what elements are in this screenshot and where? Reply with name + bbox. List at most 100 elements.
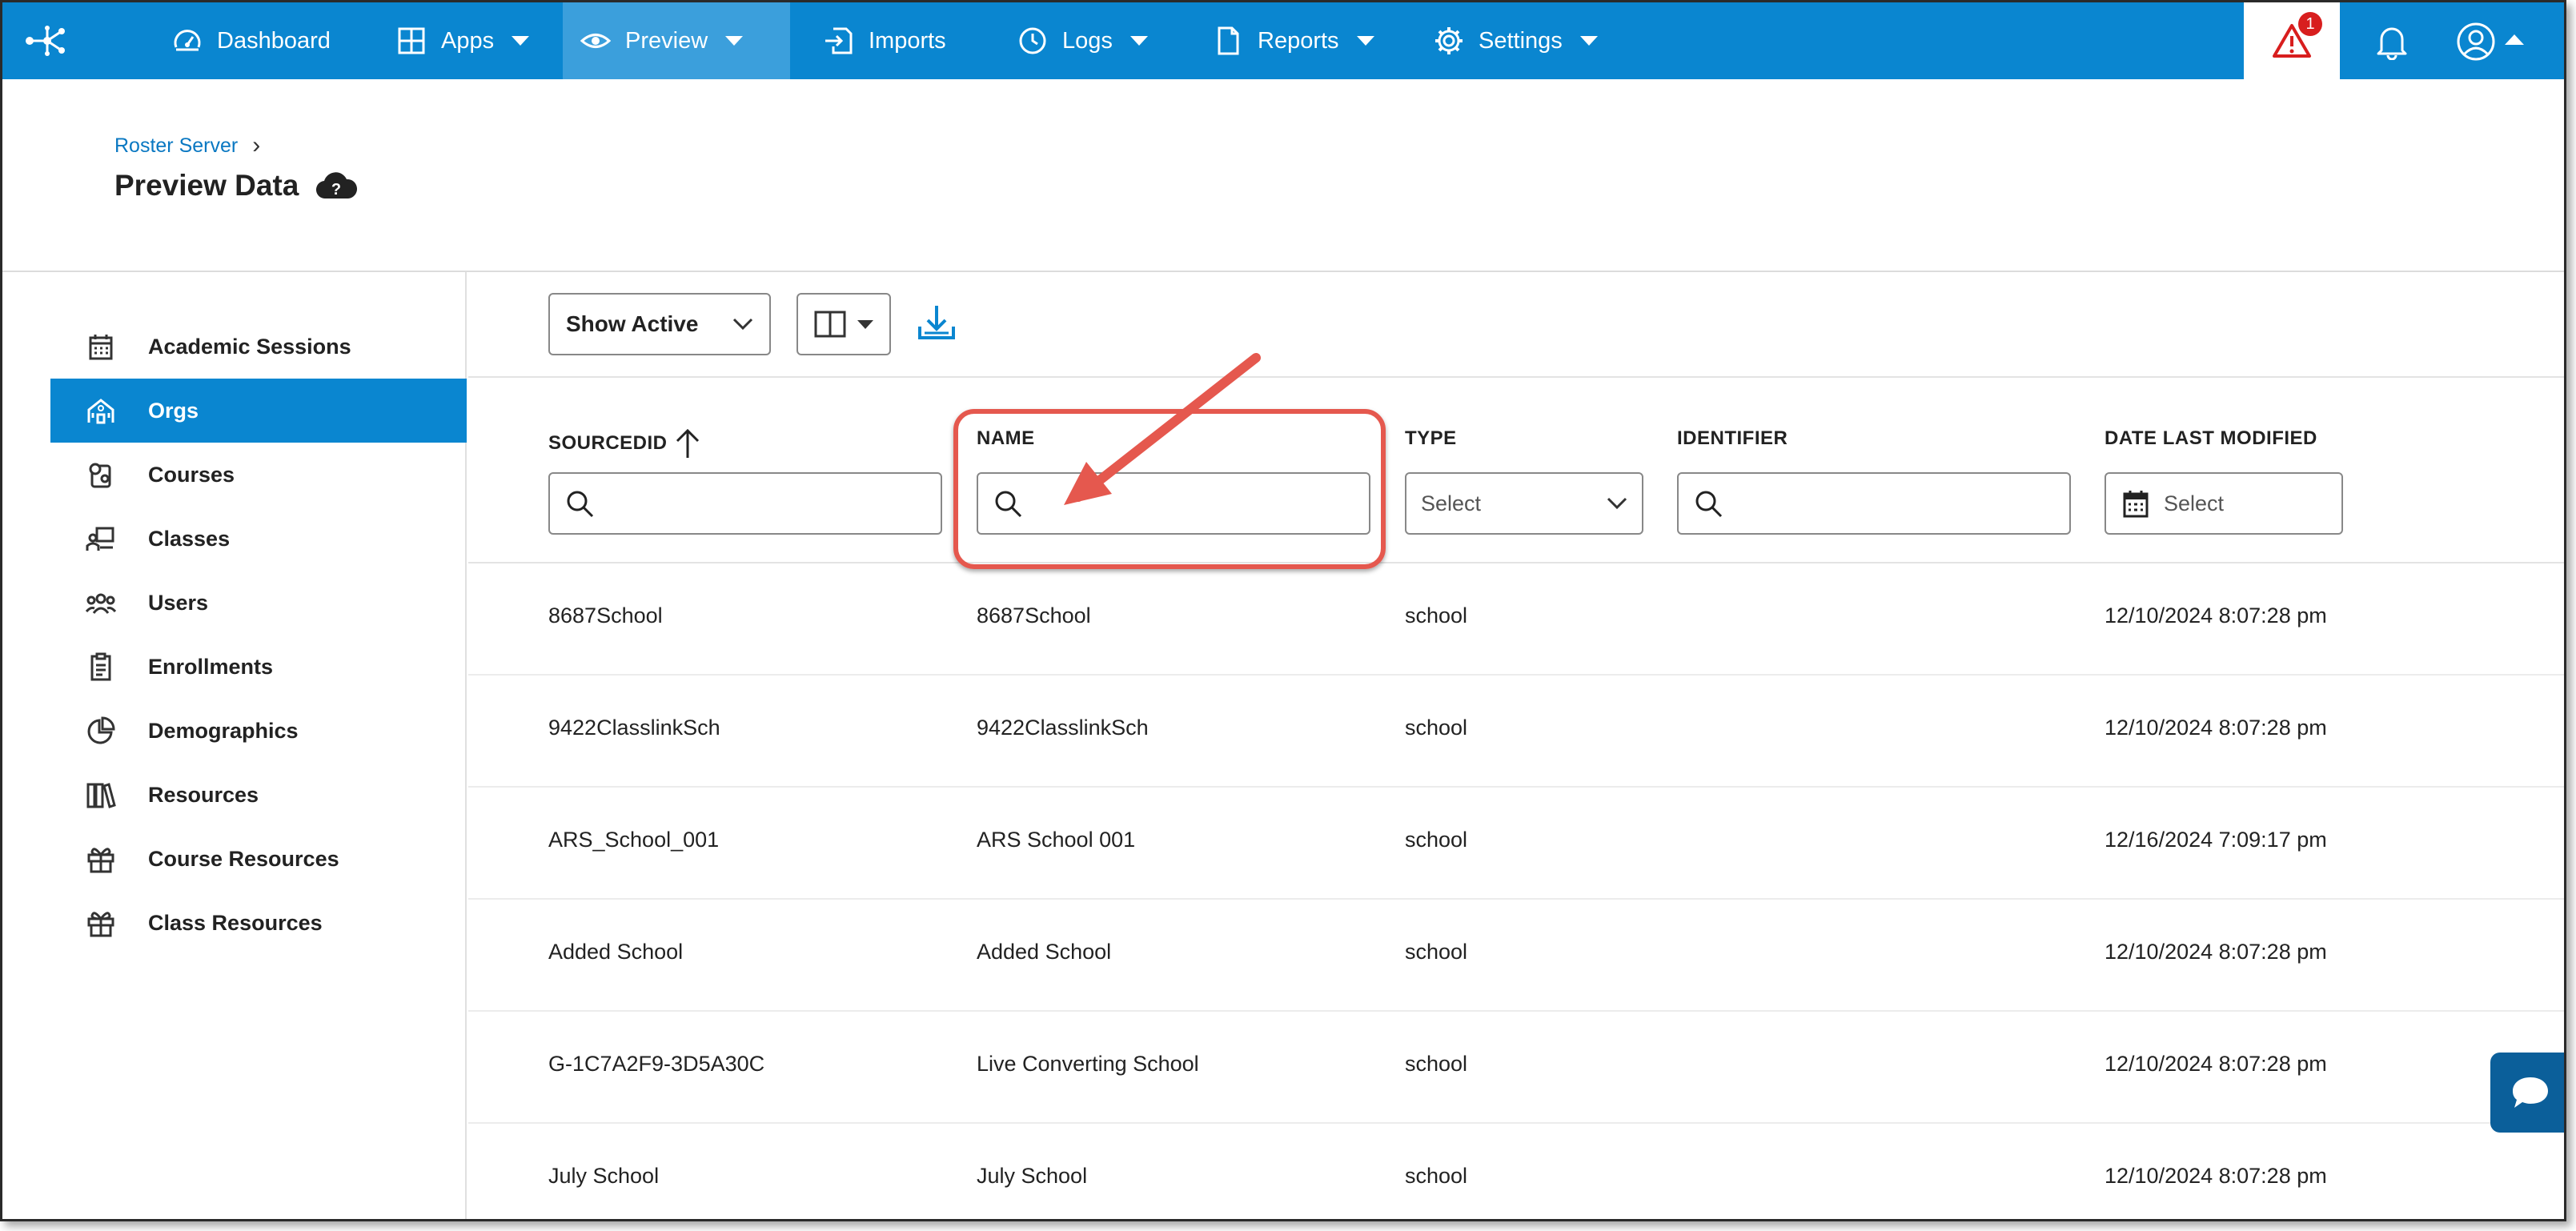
- chevron-down-icon: [512, 36, 530, 46]
- cell-sourcedid: ARS_School_001: [548, 828, 720, 852]
- cell-date-modified: 12/10/2024 8:07:28 pm: [2105, 1164, 2327, 1188]
- cell-name: Live Converting School: [977, 1052, 1199, 1076]
- type-select-placeholder: Select: [1421, 491, 1482, 515]
- sidebar-item-courses[interactable]: Courses: [50, 443, 467, 507]
- table-row[interactable]: ARS_School_001 ARS School 001 school 12/…: [468, 788, 2564, 900]
- columns-toggle-button[interactable]: [796, 293, 891, 355]
- cell-date-modified: 12/10/2024 8:07:28 pm: [2105, 603, 2327, 628]
- sidebar-item-label: Course Resources: [148, 846, 339, 871]
- column-header-identifier[interactable]: IDENTIFIER: [1677, 427, 1788, 450]
- table-row[interactable]: Added School Added School school 12/10/2…: [468, 900, 2564, 1012]
- sidebar-item-class-resources[interactable]: Class Resources: [50, 891, 467, 955]
- sidebar-item-label: Enrollments: [148, 654, 274, 679]
- cell-name: Added School: [977, 940, 1112, 964]
- cell-date-modified: 12/10/2024 8:07:28 pm: [2105, 940, 2327, 964]
- cell-type: school: [1405, 603, 1468, 628]
- grid-icon: [398, 27, 425, 54]
- clipboard-icon: [90, 652, 111, 681]
- cell-sourcedid: July School: [548, 1164, 660, 1188]
- chevron-down-icon: [1607, 497, 1627, 510]
- status-filter-select[interactable]: Show Active: [548, 293, 771, 355]
- top-navigation: Dashboard Apps Preview Imports Logs Repo…: [2, 2, 2564, 79]
- sidebar-item-academic-sessions[interactable]: Academic Sessions: [50, 315, 467, 379]
- breadcrumb: Roster Server ›: [114, 132, 260, 159]
- sidebar-item-label: Courses: [148, 462, 235, 487]
- bell-icon[interactable]: [2372, 23, 2412, 60]
- sidebar-item-orgs[interactable]: Orgs: [50, 379, 467, 443]
- cell-name: 9422ClasslinkSch: [977, 716, 1149, 740]
- identifier-search-input[interactable]: [1677, 472, 2071, 535]
- nav-dashboard[interactable]: Dashboard: [154, 2, 348, 79]
- chevron-down-icon: [732, 318, 753, 331]
- chat-button[interactable]: [2490, 1053, 2564, 1133]
- gift-box-icon: [87, 848, 114, 873]
- main-content: Show Active SOURCEDID NAME TYPE IDENTIFI…: [468, 272, 2564, 1219]
- classroom-icon: [86, 527, 114, 551]
- nav-reports-label: Reports: [1258, 27, 1339, 54]
- table-row[interactable]: G-1C7A2F9-3D5A30C Live Converting School…: [468, 1012, 2564, 1124]
- eye-icon: [580, 34, 611, 48]
- cell-date-modified: 12/10/2024 8:07:28 pm: [2105, 716, 2327, 740]
- column-header-sourcedid[interactable]: SOURCEDID: [548, 427, 703, 459]
- column-header-type[interactable]: TYPE: [1405, 427, 1457, 450]
- clock-icon: [1019, 27, 1046, 54]
- chevron-up-icon[interactable]: [2505, 34, 2524, 45]
- sidebar-item-enrollments[interactable]: Enrollments: [50, 635, 467, 699]
- sidebar-item-label: Class Resources: [148, 910, 323, 935]
- nav-apps-label: Apps: [441, 27, 495, 54]
- cell-type: school: [1405, 716, 1468, 740]
- nav-settings[interactable]: Settings: [1416, 2, 1615, 79]
- sidebar-item-classes[interactable]: Classes: [50, 507, 467, 571]
- nav-apps[interactable]: Apps: [379, 2, 547, 79]
- svg-text:?: ?: [331, 181, 341, 198]
- sidebar-item-users[interactable]: Users: [50, 571, 467, 635]
- type-select[interactable]: Select: [1405, 472, 1643, 535]
- chevron-down-icon: [1356, 36, 1374, 46]
- table-row[interactable]: 9422ClasslinkSch 9422ClasslinkSch school…: [468, 676, 2564, 788]
- document-icon: [1218, 26, 1239, 55]
- chevron-down-icon: [725, 36, 744, 46]
- search-icon: [1695, 491, 1723, 518]
- sidebar-item-resources[interactable]: Resources: [50, 763, 467, 827]
- alert-count-badge: 1: [2298, 12, 2322, 36]
- column-header-label: SOURCEDID: [548, 432, 668, 454]
- nav-reports[interactable]: Reports: [1195, 2, 1392, 79]
- sidebar-item-course-resources[interactable]: Course Resources: [50, 827, 467, 891]
- cell-sourcedid: G-1C7A2F9-3D5A30C: [548, 1052, 765, 1076]
- alerts-button[interactable]: 1: [2244, 2, 2340, 79]
- cell-name: 8687School: [977, 603, 1091, 628]
- cell-name: July School: [977, 1164, 1088, 1188]
- nav-logs[interactable]: Logs: [1000, 2, 1166, 79]
- breadcrumb-link[interactable]: Roster Server: [114, 134, 238, 158]
- download-icon[interactable]: [917, 303, 957, 343]
- gear-icon: [1435, 27, 1463, 54]
- cell-date-modified: 12/10/2024 8:07:28 pm: [2105, 1052, 2327, 1076]
- cell-type: school: [1405, 828, 1468, 852]
- table-row[interactable]: July School July School school 12/10/202…: [468, 1124, 2564, 1219]
- sidebar: Academic Sessions Orgs Courses Classes U…: [2, 272, 467, 1219]
- date-picker-placeholder: Select: [2164, 491, 2225, 515]
- columns-icon: [814, 311, 846, 338]
- table-row[interactable]: 8687School 8687School school 12/10/2024 …: [468, 563, 2564, 676]
- cell-sourcedid: 9422ClasslinkSch: [548, 716, 720, 740]
- calendar-icon: [2123, 491, 2149, 518]
- sidebar-item-label: Classes: [148, 526, 231, 551]
- sourcedid-search-input[interactable]: [548, 472, 942, 535]
- column-header-label: IDENTIFIER: [1677, 427, 1788, 449]
- user-account-icon[interactable]: [2456, 22, 2496, 62]
- nav-preview-label: Preview: [625, 27, 708, 54]
- users-icon: [86, 593, 116, 614]
- sidebar-item-label: Orgs: [148, 398, 199, 423]
- cloud-help-icon[interactable]: ?: [315, 170, 358, 202]
- nav-preview[interactable]: Preview: [563, 2, 790, 79]
- sidebar-item-demographics[interactable]: Demographics: [50, 699, 467, 763]
- sort-ascending-icon[interactable]: [672, 427, 703, 459]
- network-logo-icon[interactable]: [23, 23, 66, 58]
- nav-logs-label: Logs: [1062, 27, 1113, 54]
- column-header-date-last-modified[interactable]: DATE LAST MODIFIED: [2105, 427, 2317, 450]
- sidebar-item-label: Resources: [148, 782, 259, 807]
- date-picker-input[interactable]: Select: [2105, 472, 2343, 535]
- nav-imports[interactable]: Imports: [806, 2, 964, 79]
- cell-type: school: [1405, 1164, 1468, 1188]
- sidebar-item-label: Academic Sessions: [148, 334, 351, 359]
